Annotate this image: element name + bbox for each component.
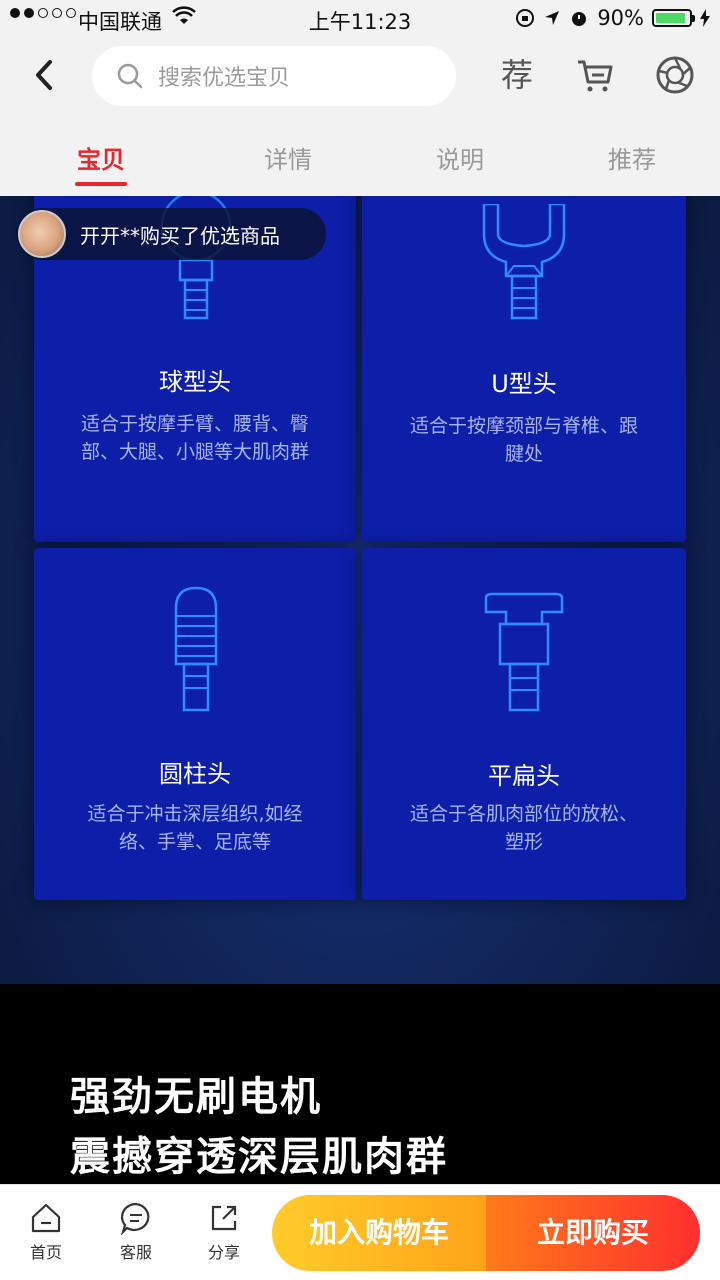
header: 搜索优选宝贝 荐 宝贝 详情 说明 推荐 — [0, 38, 720, 196]
product-detail-image: 球型头 适合于按摩手臂、腰背、臀部、大腿、小腿等大肌肉群 U型头 适合于按摩颈部… — [0, 196, 720, 1184]
promo-line-2: 震撼穿透深层肌肉群 — [70, 1134, 448, 1180]
cart-icon — [578, 60, 613, 92]
share-label: 分享 — [207, 1243, 240, 1262]
tab-recommend[interactable]: 推荐 — [546, 134, 718, 196]
recommend-button[interactable]: 荐 — [496, 54, 538, 96]
share-button[interactable]: 分享 — [194, 1201, 254, 1263]
aperture-icon — [656, 56, 694, 94]
head-card-u: U型头 适合于按摩颈部与脊椎、跟腱处 — [362, 196, 686, 542]
head-card-flat: 平扁头 适合于各肌肉部位的放松、塑形 — [362, 548, 686, 900]
battery-icon — [652, 9, 695, 27]
search-bar[interactable]: 搜索优选宝贝 — [92, 46, 456, 106]
buy-now-button[interactable]: 立即购买 — [486, 1195, 700, 1271]
promo-line-1: 强劲无刷电机 — [70, 1074, 322, 1120]
location-icon — [545, 11, 560, 25]
camera-button[interactable] — [654, 54, 696, 96]
avatar — [18, 210, 66, 258]
tab-instructions[interactable]: 说明 — [374, 134, 546, 196]
chevron-left-icon — [36, 60, 52, 90]
head-description: 适合于按摩颈部与脊椎、跟腱处 — [409, 415, 638, 465]
head-title: U型头 — [491, 370, 557, 398]
back-button[interactable] — [24, 52, 64, 98]
rotation-lock-icon — [516, 9, 535, 27]
head-description: 适合于按摩手臂、腰背、臀部、大腿、小腿等大肌肉群 — [80, 413, 309, 463]
home-button[interactable]: 首页 — [16, 1201, 76, 1263]
service-label: 客服 — [119, 1243, 152, 1262]
cylinder-head-icon — [174, 586, 218, 712]
cart-button[interactable] — [574, 54, 616, 96]
head-title: 圆柱头 — [159, 760, 231, 788]
battery-percent: 90% — [597, 6, 644, 30]
search-placeholder: 搜索优选宝贝 — [158, 66, 291, 91]
alarm-icon — [572, 12, 587, 26]
tab-baobei[interactable]: 宝贝 — [0, 134, 202, 196]
purchase-message: 开开**购买了优选商品 — [80, 223, 280, 248]
customer-service-button[interactable]: 客服 — [106, 1201, 166, 1263]
u-head-icon — [482, 204, 566, 320]
tab-bar: 宝贝 详情 说明 推荐 — [0, 134, 720, 196]
share-icon — [211, 1205, 237, 1231]
add-to-cart-button[interactable]: 加入购物车 — [272, 1195, 486, 1271]
flat-head-icon — [484, 592, 564, 712]
purchase-notification: 开开**购买了优选商品 — [16, 208, 326, 260]
promo-banner: 强劲无刷电机 震撼穿透深层肌肉群 — [0, 984, 720, 1184]
home-icon — [31, 1203, 61, 1233]
charging-icon — [700, 9, 710, 27]
tab-details[interactable]: 详情 — [202, 134, 374, 196]
search-icon — [117, 63, 143, 89]
home-label: 首页 — [29, 1243, 62, 1262]
status-bar: 中国联通 上午11:23 90% — [0, 0, 720, 38]
head-title: 平扁头 — [488, 762, 560, 790]
head-card-cylinder: 圆柱头 适合于冲击深层组织,如经络、手掌、足底等 — [34, 548, 356, 900]
head-description: 适合于各肌肉部位的放松、塑形 — [409, 803, 638, 853]
chat-icon — [120, 1202, 150, 1235]
head-description: 适合于冲击深层组织,如经络、手掌、足底等 — [87, 803, 303, 853]
bottom-action-bar: 首页 客服 分享 加入购物车 立即购买 — [0, 1184, 720, 1280]
head-title: 球型头 — [159, 368, 231, 396]
